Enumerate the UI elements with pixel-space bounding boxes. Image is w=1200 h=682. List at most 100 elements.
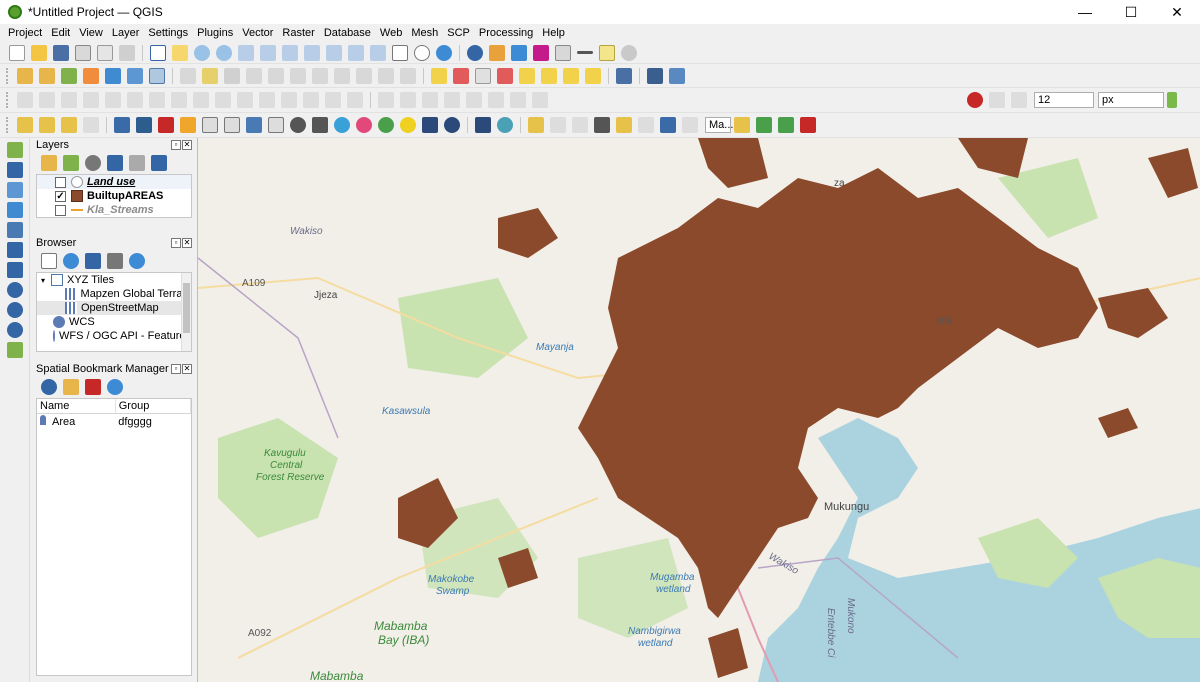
vertex-editor-icon[interactable]	[638, 117, 654, 133]
plugin-gear-icon[interactable]	[136, 117, 152, 133]
add-raster-icon[interactable]	[127, 67, 143, 84]
save-as-icon[interactable]	[75, 44, 91, 61]
open-project-icon[interactable]	[31, 44, 47, 61]
delete-part-icon[interactable]	[193, 92, 209, 108]
expand-arrow-icon[interactable]: ▾	[41, 276, 51, 285]
zoom-rubberband-icon[interactable]	[238, 44, 254, 61]
scp-dock-icon[interactable]	[475, 117, 491, 133]
add-spatialite-icon[interactable]	[7, 202, 23, 218]
scp-earth-icon[interactable]	[444, 117, 460, 133]
menu-project[interactable]: Project	[8, 27, 42, 39]
copy-features-icon[interactable]	[334, 67, 350, 84]
float-icon[interactable]: ▫	[171, 238, 181, 248]
menu-help[interactable]: Help	[542, 27, 565, 39]
print-layout-icon[interactable]	[97, 44, 113, 61]
select-all-icon[interactable]	[83, 117, 99, 133]
menu-plugins[interactable]: Plugins	[197, 27, 233, 39]
zoom-layer-icon[interactable]	[304, 44, 320, 61]
reverse-line-icon[interactable]	[422, 92, 438, 108]
form-annotation-icon[interactable]	[682, 117, 698, 133]
add-mssql-icon[interactable]	[7, 242, 23, 258]
menu-web[interactable]: Web	[380, 27, 402, 39]
measure-icon[interactable]	[555, 44, 571, 61]
save-edits-icon[interactable]	[224, 67, 240, 84]
snapping-tolerance-input[interactable]: 12	[1034, 92, 1094, 108]
add-bookmark-icon[interactable]	[63, 379, 79, 395]
scp-globe-icon[interactable]	[334, 117, 350, 133]
merge-features-icon[interactable]	[303, 92, 319, 108]
close-button[interactable]: ✕	[1154, 0, 1200, 24]
scp-binoculars-icon[interactable]	[312, 117, 328, 133]
zoom-bookmark-icon[interactable]	[41, 379, 57, 395]
add-vector-layer-icon[interactable]	[61, 67, 77, 84]
add-ring-icon[interactable]	[105, 92, 121, 108]
merge-attributes-icon[interactable]	[325, 92, 341, 108]
menu-view[interactable]: View	[79, 27, 103, 39]
fill-ring-icon[interactable]	[149, 92, 165, 108]
collapse-all-icon[interactable]	[107, 253, 123, 269]
scp-preview-icon[interactable]	[224, 117, 240, 133]
styling-panel-icon[interactable]	[41, 155, 57, 171]
trim-extend-icon[interactable]	[400, 92, 416, 108]
menu-database[interactable]: Database	[324, 27, 371, 39]
scp-radiation-icon[interactable]	[400, 117, 416, 133]
layer-checkbox[interactable]	[55, 176, 66, 188]
share-bookmark-icon[interactable]	[107, 379, 123, 395]
select-value-icon[interactable]	[39, 117, 55, 133]
float-icon[interactable]: ▫	[171, 364, 181, 374]
add-wcs-icon[interactable]	[7, 302, 23, 318]
add-raster-grid-icon[interactable]	[7, 162, 23, 178]
save-project-icon[interactable]	[53, 44, 69, 61]
scp-green-icon[interactable]	[378, 117, 394, 133]
label-tool-icon[interactable]	[431, 67, 447, 84]
layer-row[interactable]: ✓ BuiltupAREAS	[37, 189, 191, 203]
label-show-hide-icon[interactable]	[497, 67, 513, 84]
menu-raster[interactable]: Raster	[282, 27, 314, 39]
zoom-out-icon[interactable]	[216, 44, 232, 61]
label-diagram-icon[interactable]	[453, 67, 469, 84]
redo-icon[interactable]	[400, 67, 416, 84]
close-panel-icon[interactable]: ✕	[182, 364, 192, 374]
open-attribute-table-icon[interactable]	[489, 44, 505, 61]
statistics-icon[interactable]	[533, 44, 549, 61]
add-postgis-layer-icon[interactable]	[7, 222, 23, 238]
new-bookmark-icon[interactable]	[621, 44, 637, 61]
add-virtual-icon[interactable]	[7, 262, 23, 278]
rotate-feature-icon[interactable]	[61, 92, 77, 108]
properties-icon[interactable]	[129, 253, 145, 269]
scp-circle-icon[interactable]	[290, 117, 306, 133]
label-change-icon[interactable]	[585, 67, 601, 84]
warning-icon[interactable]	[800, 117, 816, 133]
add-wms-icon[interactable]	[149, 67, 165, 84]
expand-all-icon[interactable]	[151, 155, 167, 171]
current-edits-icon[interactable]	[180, 67, 196, 84]
zoom-in-icon[interactable]	[194, 44, 210, 61]
select-location-icon[interactable]	[616, 117, 632, 133]
layer-row[interactable]: Land use	[37, 175, 191, 189]
measure-line-icon[interactable]	[577, 51, 593, 54]
topological-editing-icon[interactable]	[1167, 92, 1177, 108]
rotate-symbols-icon[interactable]	[347, 92, 363, 108]
label-rotate-icon[interactable]	[541, 67, 557, 84]
label-properties-icon[interactable]	[563, 67, 579, 84]
label-combo[interactable]: Ma...	[705, 117, 733, 133]
arc-icon[interactable]	[532, 92, 548, 108]
float-icon[interactable]: ▫	[171, 140, 181, 150]
menu-mesh[interactable]: Mesh	[411, 27, 438, 39]
scp-roi-icon[interactable]	[202, 117, 218, 133]
label-move-icon[interactable]	[519, 67, 535, 84]
pan-icon[interactable]	[150, 44, 166, 61]
annotation-icon[interactable]	[528, 117, 544, 133]
split-icon[interactable]	[444, 92, 460, 108]
temporal-controller-icon[interactable]	[414, 44, 430, 61]
zoom-last-icon[interactable]	[348, 44, 364, 61]
paste-features-icon[interactable]	[356, 67, 372, 84]
scp-classify-icon[interactable]	[246, 117, 262, 133]
camera-icon[interactable]	[594, 117, 610, 133]
python-console-icon[interactable]	[669, 67, 685, 84]
simplify-icon[interactable]	[83, 92, 99, 108]
add-part-icon[interactable]	[127, 92, 143, 108]
select-features-icon[interactable]	[17, 117, 33, 133]
zoom-native-icon[interactable]	[326, 44, 342, 61]
delete-ring-icon[interactable]	[171, 92, 187, 108]
